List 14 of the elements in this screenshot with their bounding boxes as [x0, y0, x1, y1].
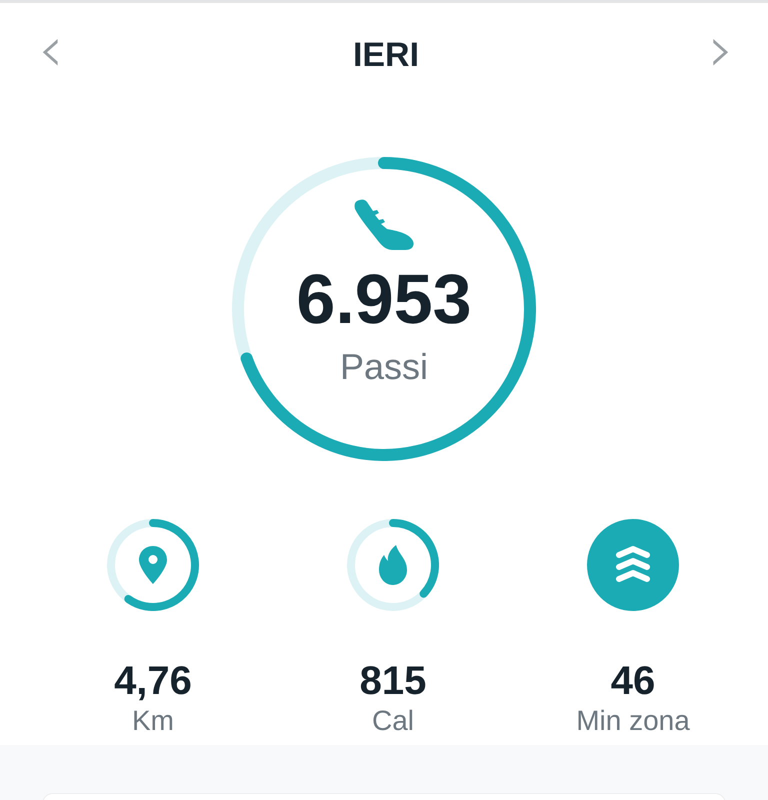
stat-value: 4,76 [114, 659, 192, 703]
stat-label: Cal [372, 705, 414, 737]
stat-value: 815 [360, 659, 426, 703]
stat-label: Km [132, 705, 174, 737]
flame-icon [378, 545, 408, 585]
day-title: IERI [352, 36, 420, 74]
stat-label: Min zona [576, 705, 690, 737]
next-day-button[interactable]: › [700, 18, 742, 92]
steps-value: 6.953 [296, 261, 472, 338]
steps-label: Passi [340, 346, 428, 388]
location-pin-icon [139, 546, 167, 584]
shoe-icon [353, 199, 415, 251]
stat-value: 46 [610, 659, 656, 703]
previous-day-button[interactable]: ‹ [30, 18, 72, 92]
